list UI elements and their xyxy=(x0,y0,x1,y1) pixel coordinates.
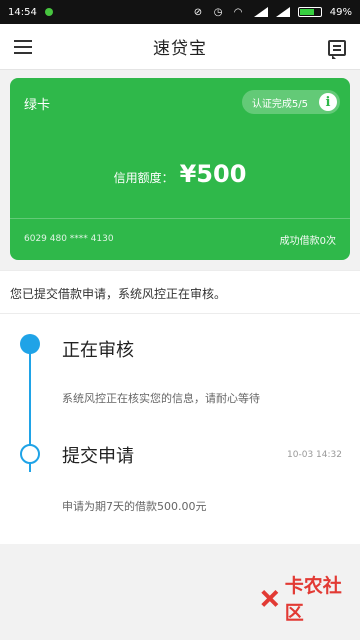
card-number: 6029 480 **** 4130 xyxy=(24,234,114,244)
credit-amount: ¥500 xyxy=(179,160,247,188)
card-type-label: 绿卡 xyxy=(24,98,51,113)
application-timeline: 正在审核 系统风控正在核实您的信息，请耐心等待 提交申请 10-03 14:32… xyxy=(0,314,360,544)
step-submitted-time: 10-03 14:32 xyxy=(287,450,342,460)
battery-percent: 49% xyxy=(329,6,352,18)
credit-label: 信用额度： xyxy=(113,171,174,185)
app-header: 速贷宝 xyxy=(0,24,360,70)
credit-card-panel: 绿卡 认证完成5/5 i 信用额度： ¥500 6029 480 **** 41… xyxy=(10,78,350,260)
watermark-mark-icon xyxy=(256,584,283,611)
status-bar: 14:54 ⊘ ◷ ◠ 49% xyxy=(0,0,360,24)
message-icon[interactable] xyxy=(328,40,346,59)
step-reviewing-title: 正在审核 xyxy=(62,340,134,361)
timeline-active-dot-icon xyxy=(20,334,40,354)
verification-status-pill[interactable]: 认证完成5/5 i xyxy=(241,90,340,114)
credit-limit-row: 信用额度： ¥500 xyxy=(10,160,350,188)
watermark-logo: 卡农社区 xyxy=(260,575,356,624)
wifi-icon: ◠ xyxy=(233,7,243,18)
card-divider xyxy=(10,218,350,219)
battery-icon xyxy=(297,7,322,17)
step-reviewing-description: 系统风控正在核实您的信息，请耐心等待 xyxy=(62,392,260,405)
application-notice: 您已提交借款申请，系统风控正在审核。 xyxy=(0,270,360,314)
alarm-icon: ◷ xyxy=(213,7,223,18)
status-time: 14:54 xyxy=(8,6,37,18)
loan-count: 成功借款0次 xyxy=(279,236,336,247)
verification-text: 认证完成5/5 xyxy=(251,98,308,110)
page-title: 速贷宝 xyxy=(153,39,207,59)
signal-icon xyxy=(253,7,268,17)
step-submitted-description: 申请为期7天的借款500.00元 xyxy=(62,500,207,513)
step-submitted-title: 提交申请 xyxy=(62,446,134,467)
menu-icon[interactable] xyxy=(14,40,32,54)
timeline-dot-icon xyxy=(20,444,40,464)
info-icon[interactable]: i xyxy=(319,93,337,111)
notification-icon xyxy=(44,8,53,16)
watermark-text: 卡农社区 xyxy=(284,575,342,624)
signal-2-icon xyxy=(275,7,290,17)
mute-icon: ⊘ xyxy=(193,7,203,18)
